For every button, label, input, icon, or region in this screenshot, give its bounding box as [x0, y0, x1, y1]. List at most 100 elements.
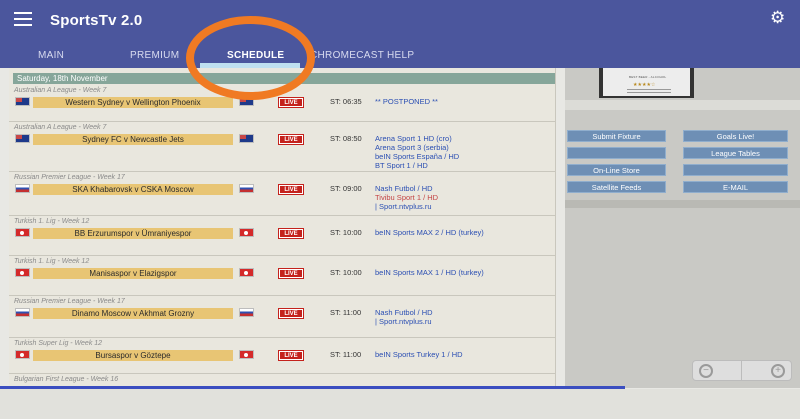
start-time: ST: 10:00 — [330, 268, 362, 277]
match-row[interactable]: Australian A League - Week 7 Sydney FC v … — [9, 122, 555, 172]
channel-link[interactable]: ** POSTPONED ** — [375, 97, 438, 106]
channel-list: ** POSTPONED ** — [375, 97, 438, 106]
zoom-separator — [741, 361, 742, 380]
submit-fixture-button[interactable]: Submit Fixture — [567, 130, 666, 142]
home-flag-icon — [15, 350, 30, 359]
channel-link[interactable]: Arena Sport 1 HD (cro) — [375, 134, 459, 143]
match-teams[interactable]: Manisaspor v Elazigspor — [33, 268, 233, 279]
ad-divider — [627, 89, 671, 90]
home-flag-icon — [15, 184, 30, 193]
tab-chromecast-help[interactable]: CHROMECAST HELP — [310, 50, 414, 61]
ad-divider — [627, 92, 671, 93]
channel-list: beIN Sports MAX 1 / HD (turkey) — [375, 268, 484, 277]
channel-link[interactable]: Nash Futbol / HD — [375, 184, 438, 193]
league-label: Turkish 1. Lig - Week 12 — [14, 258, 90, 265]
ad-text: BEST BEER - ALCOHOL — [629, 75, 667, 79]
away-flag-icon — [239, 268, 254, 277]
match-row[interactable]: Russian Premier League - Week 17 SKA Khab… — [9, 172, 555, 216]
channel-list: Nash Futbol / HD | Sport.ntvplus.ru — [375, 308, 433, 326]
match-teams[interactable]: Western Sydney v Wellington Phoenix — [33, 97, 233, 108]
date-header: Saturday, 18th November — [13, 73, 555, 84]
panel-strip — [565, 100, 800, 110]
channel-list: beIN Sports MAX 2 / HD (turkey) — [375, 228, 484, 237]
league-label: Bulgarian First League - Week 16 — [14, 376, 119, 383]
home-flag-icon — [15, 268, 30, 277]
home-flag-icon — [15, 308, 30, 317]
channel-list: beIN Sports Turkey 1 / HD — [375, 350, 463, 359]
match-teams[interactable]: Bursaspor v Göztepe — [33, 350, 233, 361]
match-teams[interactable]: SKA Khabarovsk v CSKA Moscow — [33, 184, 233, 195]
channel-link[interactable]: | Sport.ntvplus.ru — [375, 202, 438, 211]
channel-link[interactable]: beIN Sports España / HD — [375, 152, 459, 161]
live-badge[interactable]: LIVE — [279, 309, 303, 318]
channel-list: Arena Sport 1 HD (cro) Arena Sport 3 (ser… — [375, 134, 459, 170]
match-teams[interactable]: Sydney FC v Newcastle Jets — [33, 134, 233, 145]
start-time: ST: 09:00 — [330, 184, 362, 193]
channel-link[interactable]: BT Sport 1 / HD — [375, 161, 459, 170]
blank-button[interactable] — [567, 147, 666, 159]
live-badge[interactable]: LIVE — [279, 269, 303, 278]
start-time: ST: 10:00 — [330, 228, 362, 237]
channel-link[interactable]: beIN Sports MAX 2 / HD (turkey) — [375, 228, 484, 237]
match-row[interactable]: Turkish 1. Lig - Week 12 BB Erzurumspor v… — [9, 216, 555, 256]
goals-live-button[interactable]: Goals Live! — [683, 130, 788, 142]
league-label: Australian A League - Week 7 — [14, 124, 107, 131]
away-flag-icon — [239, 97, 254, 106]
zoom-out-icon[interactable]: − — [699, 364, 713, 378]
match-row[interactable]: Russian Premier League - Week 17 Dinamo M… — [9, 296, 555, 338]
start-time: ST: 08:50 — [330, 134, 362, 143]
away-flag-icon — [239, 184, 254, 193]
ad-rating-stars: ★★★★☆ — [633, 82, 656, 88]
match-row[interactable]: Turkish 1. Lig - Week 12 Manisaspor v Ela… — [9, 256, 555, 296]
away-flag-icon — [239, 308, 254, 317]
match-row[interactable]: Turkish Super Lig - Week 12 Bursaspor v G… — [9, 338, 555, 374]
channel-link[interactable]: Arena Sport 3 (serbia) — [375, 143, 459, 152]
schedule-list[interactable]: Saturday, 18th November Australian A Lea… — [9, 68, 556, 388]
start-time: ST: 11:00 — [330, 350, 362, 359]
live-badge[interactable]: LIVE — [279, 135, 303, 144]
app-title: SportsTv 2.0 — [50, 12, 143, 29]
app-bar: SportsTv 2.0 ⚙ MAIN PREMIUM SCHEDULE CHR… — [0, 0, 800, 68]
ad-banner[interactable]: BEST BEER - ALCOHOL ★★★★☆ — [599, 68, 694, 98]
tab-bar: MAIN PREMIUM SCHEDULE CHROMECAST HELP — [0, 44, 800, 68]
match-teams[interactable]: BB Erzurumspor v Ümraniyespor — [33, 228, 233, 239]
league-label: Turkish Super Lig - Week 12 — [14, 340, 103, 347]
zoom-control: − + — [692, 360, 792, 381]
blank-button[interactable] — [683, 164, 788, 176]
live-badge[interactable]: LIVE — [279, 98, 303, 107]
live-badge[interactable]: LIVE — [279, 229, 303, 238]
satellite-feeds-button[interactable]: Satellite Feeds — [567, 181, 666, 193]
email-button[interactable]: E-MAIL — [683, 181, 788, 193]
live-badge[interactable]: LIVE — [279, 351, 303, 360]
league-label: Russian Premier League - Week 17 — [14, 298, 125, 305]
channel-link[interactable]: | Sport.ntvplus.ru — [375, 317, 433, 326]
league-label: Turkish 1. Lig - Week 12 — [14, 218, 90, 225]
channel-link[interactable]: beIN Sports MAX 1 / HD (turkey) — [375, 268, 484, 277]
home-flag-icon — [15, 134, 30, 143]
league-tables-button[interactable]: League Tables — [683, 147, 788, 159]
home-flag-icon — [15, 97, 30, 106]
away-flag-icon — [239, 134, 254, 143]
channel-link[interactable]: beIN Sports Turkey 1 / HD — [375, 350, 463, 359]
away-flag-icon — [239, 228, 254, 237]
gear-icon[interactable]: ⚙ — [770, 9, 786, 26]
match-teams[interactable]: Dinamo Moscow v Akhmat Grozny — [33, 308, 233, 319]
menu-icon[interactable] — [14, 12, 32, 28]
right-panel: BEST BEER - ALCOHOL ★★★★☆ Submit Fixture… — [565, 68, 800, 388]
tab-premium[interactable]: PREMIUM — [130, 50, 179, 61]
match-row[interactable]: Australian A League - Week 7 Western Sydn… — [9, 85, 555, 122]
app-window: SportsTv 2.0 ⚙ MAIN PREMIUM SCHEDULE CHR… — [0, 0, 800, 419]
channel-link[interactable]: Nash Futbol / HD — [375, 308, 433, 317]
channel-link[interactable]: Tivibu Sport 1 / HD — [375, 193, 438, 202]
tab-main[interactable]: MAIN — [38, 50, 64, 61]
live-badge[interactable]: LIVE — [279, 185, 303, 194]
tab-schedule[interactable]: SCHEDULE — [227, 50, 284, 61]
online-store-button[interactable]: On-Line Store — [567, 164, 666, 176]
bottom-bar — [0, 389, 800, 419]
league-label: Russian Premier League - Week 17 — [14, 174, 125, 181]
zoom-in-icon[interactable]: + — [771, 364, 785, 378]
away-flag-icon — [239, 350, 254, 359]
league-label: Australian A League - Week 7 — [14, 87, 107, 94]
panel-divider — [565, 200, 800, 208]
start-time: ST: 06:35 — [330, 97, 362, 106]
